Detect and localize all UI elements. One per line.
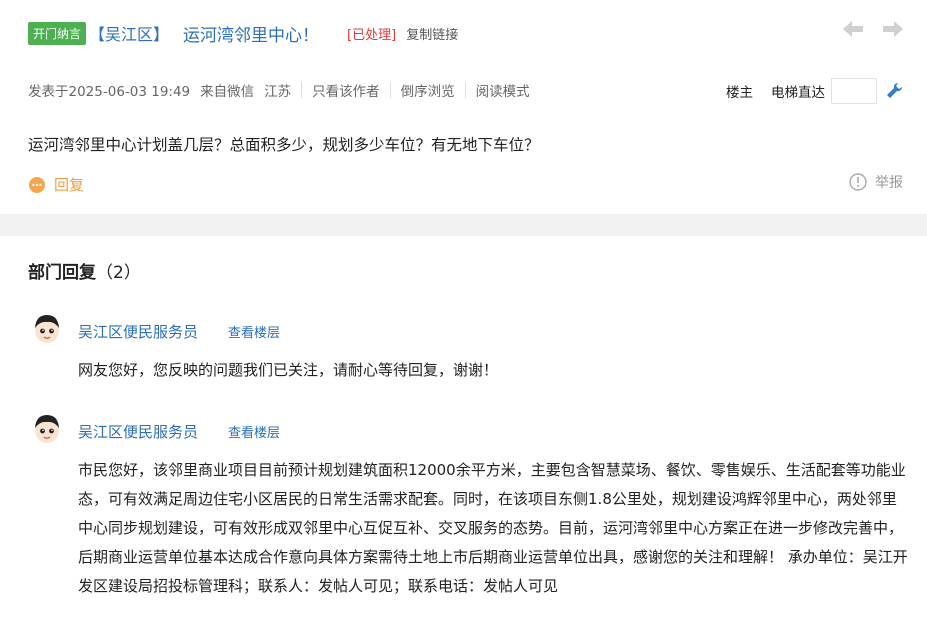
reply-label: 回复: [54, 176, 85, 194]
post-title: 运河湾邻里中心！: [183, 25, 320, 46]
elevator-label: 电梯直达: [771, 85, 825, 101]
copy-link-button[interactable]: 复制链接: [406, 24, 458, 43]
view-floor-link[interactable]: 查看楼层: [228, 422, 280, 441]
read-mode-link[interactable]: 阅读模式: [476, 80, 530, 100]
reply-header: 吴江区便民服务员 查看楼层: [78, 421, 280, 442]
reply-body: 网友您好，您反映的问题我们已关注，请耐心等待回复，谢谢！: [78, 361, 499, 379]
region-label: 江苏: [264, 84, 292, 100]
view-floor-link[interactable]: 查看楼层: [228, 322, 280, 341]
author-link[interactable]: 吴江区便民服务员: [78, 421, 198, 442]
reply-header: 吴江区便民服务员 查看楼层: [78, 321, 280, 342]
info-circle-icon: [849, 173, 867, 191]
owner-label: 楼主: [726, 85, 753, 101]
chat-bubble-icon: [29, 176, 45, 193]
reverse-order-link[interactable]: 倒序浏览: [401, 80, 455, 100]
dept-reply-title: 部门回复: [28, 263, 96, 283]
district-link[interactable]: 【吴江区】: [89, 21, 169, 45]
post-question: 运河湾邻里中心计划盖几层？总面积多少，规划多少车位？有无地下车位？: [28, 136, 540, 154]
report-button[interactable]: 举报: [849, 172, 903, 192]
divider: [464, 82, 466, 98]
status-badge: [已处理]: [347, 27, 397, 43]
report-label: 举报: [875, 175, 903, 191]
reply-button[interactable]: 回复: [28, 174, 84, 195]
open-tag[interactable]: 开门纳言: [28, 21, 87, 45]
source-label: 来自微信: [200, 84, 255, 100]
floor-controls: 楼主 电梯直达: [726, 78, 903, 104]
publish-time: 发表于2025-06-03 19:49: [28, 84, 191, 100]
only-author-link[interactable]: 只看该作者: [312, 80, 380, 100]
thread-nav: [843, 20, 903, 38]
post-meta: 发表于2025-06-03 19:49 来自微信 江苏 只看该作者 倒序浏览 阅…: [28, 80, 530, 100]
post-card: 开门纳言 【吴江区】 运河湾邻里中心！ [已处理] 复制链接 发表于2025-0…: [0, 0, 927, 214]
reply-body: 市民您好，该邻里商业项目目前预计规划建筑面积12000余平方米，主要包含智慧菜场…: [78, 461, 908, 595]
floor-number-input[interactable]: [831, 78, 877, 104]
cartoon-avatar-icon: [35, 415, 59, 443]
divider: [389, 82, 391, 98]
author-link[interactable]: 吴江区便民服务员: [78, 321, 198, 342]
arrow-left-icon[interactable]: [843, 20, 863, 38]
divider: [301, 82, 303, 98]
dept-reply-count: （2）: [96, 263, 141, 283]
title-row: 开门纳言 【吴江区】 运河湾邻里中心！ [已处理] 复制链接: [28, 20, 458, 46]
dept-reply-heading: 部门回复（2）: [28, 258, 141, 283]
cartoon-avatar-icon: [35, 315, 59, 343]
arrow-right-icon[interactable]: [883, 20, 903, 38]
wrench-icon[interactable]: [885, 82, 903, 100]
